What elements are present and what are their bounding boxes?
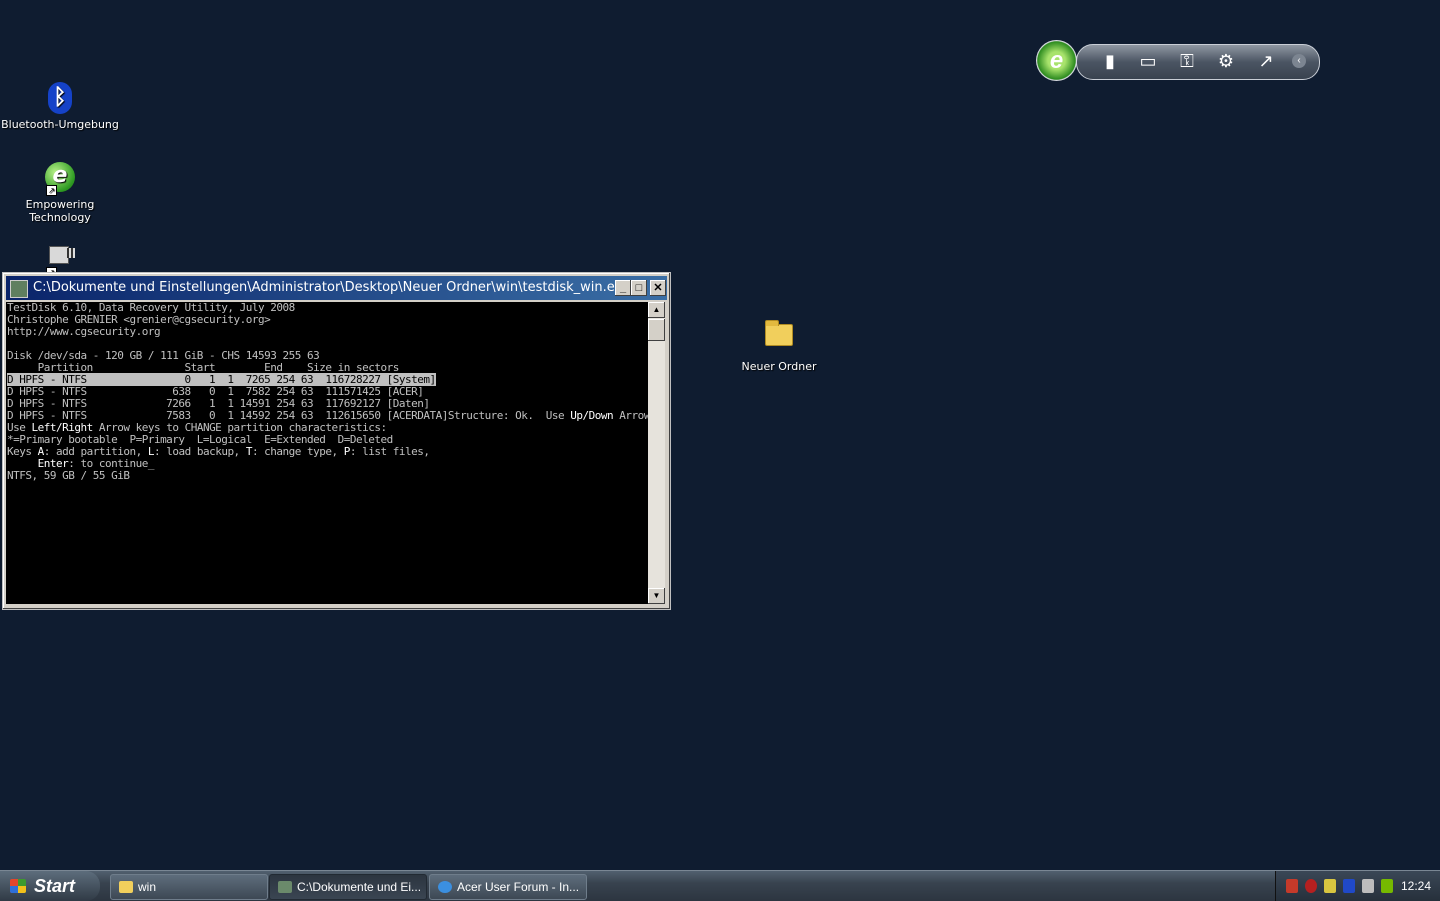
console-output[interactable]: TestDisk 6.10, Data Recovery Utility, Ju… bbox=[6, 302, 648, 604]
desktop-icon-label: Neuer Ordner bbox=[741, 360, 817, 373]
desktop-icon-neuer-ordner[interactable]: Neuer Ordner bbox=[719, 318, 839, 373]
volume-icon[interactable] bbox=[1286, 879, 1298, 893]
window-title: C:\Dokumente und Einstellungen\Administr… bbox=[33, 280, 630, 295]
scroll-thumb[interactable] bbox=[648, 319, 665, 341]
console-window: C:\Dokumente und Einstellungen\Administr… bbox=[2, 272, 671, 610]
console-app-icon bbox=[278, 881, 292, 893]
clock[interactable]: 12:24 bbox=[1401, 871, 1431, 901]
windows-logo-icon bbox=[10, 879, 26, 893]
maximize-button[interactable]: □ bbox=[631, 280, 647, 296]
desktop-icon-label: Bluetooth-Umgebung bbox=[1, 118, 119, 131]
vertical-scrollbar[interactable]: ▲ ▼ bbox=[648, 302, 665, 604]
taskbar-item-browser[interactable]: Acer User Forum - In... bbox=[429, 874, 587, 900]
window-titlebar[interactable]: C:\Dokumente und Einstellungen\Administr… bbox=[6, 276, 667, 300]
desktop-icon-label: Empowering Technology bbox=[25, 198, 95, 224]
folder-icon bbox=[763, 320, 795, 356]
performance-graph-icon[interactable]: ↗ bbox=[1254, 49, 1278, 73]
bluetooth-tray-icon[interactable] bbox=[1343, 879, 1355, 893]
desktop-icon-empowering-technology[interactable]: e ↗ Empowering Technology bbox=[0, 162, 120, 224]
scroll-up-arrow-icon[interactable]: ▲ bbox=[648, 302, 665, 318]
system-tray: 12:24 bbox=[1275, 871, 1440, 901]
console-app-icon[interactable] bbox=[10, 280, 28, 298]
projector-icon[interactable]: ▭ bbox=[1136, 49, 1160, 73]
empowering-technology-icon: e ↗ bbox=[44, 162, 76, 196]
bluetooth-icon: ᛒ bbox=[44, 82, 76, 114]
scroll-down-arrow-icon[interactable]: ▼ bbox=[648, 588, 665, 604]
desktop-icon-bluetooth[interactable]: ᛒ Bluetooth-Umgebung bbox=[0, 82, 120, 131]
taskbar: Start win C:\Dokumente und Ei... Acer Us… bbox=[0, 870, 1440, 901]
close-button[interactable]: ✕ bbox=[650, 280, 666, 296]
gear-icon[interactable]: ⚙ bbox=[1214, 49, 1238, 73]
folder-icon bbox=[119, 881, 133, 893]
nvidia-icon[interactable] bbox=[1381, 879, 1393, 893]
battery-icon[interactable]: ▮ bbox=[1098, 49, 1122, 73]
taskbar-item-win[interactable]: win bbox=[110, 874, 268, 900]
minimize-button[interactable]: _ bbox=[615, 280, 631, 296]
security-shield-icon[interactable] bbox=[1305, 879, 1317, 893]
start-button[interactable]: Start bbox=[0, 871, 100, 901]
collapse-icon[interactable]: ‹ bbox=[1292, 54, 1306, 68]
console-line: http://www.cgsecurity.org bbox=[7, 325, 161, 338]
power-icon[interactable] bbox=[1324, 879, 1336, 893]
empowering-logo-icon[interactable]: e bbox=[1036, 40, 1077, 81]
key-lock-icon[interactable]: ⚿ bbox=[1175, 49, 1199, 73]
status-line: NTFS, 59 GB / 55 GiB bbox=[7, 469, 130, 482]
network-icon[interactable] bbox=[1362, 879, 1374, 893]
taskbar-item-testdisk[interactable]: C:\Dokumente und Ei... bbox=[269, 874, 427, 900]
internet-explorer-icon bbox=[438, 881, 452, 893]
empowering-toolbar: e ▮ ▭ ⚿ ⚙ ↗ ‹ bbox=[1036, 40, 1320, 83]
